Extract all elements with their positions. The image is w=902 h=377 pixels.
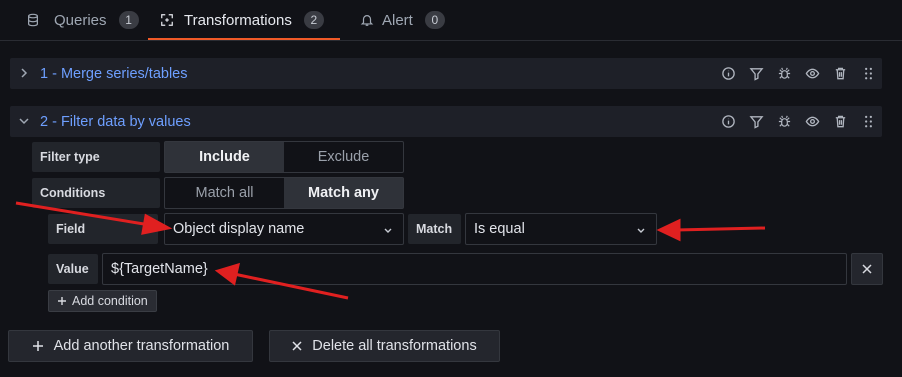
tab-label: Transformations xyxy=(184,11,292,29)
include-option[interactable]: Include xyxy=(165,142,284,172)
transformation-title[interactable]: 2 - Filter data by values xyxy=(40,114,191,130)
tab-transformations[interactable]: Transformations 2 xyxy=(148,0,340,40)
chevron-down-icon[interactable] xyxy=(18,115,30,127)
field-label: Field xyxy=(48,214,158,244)
filter-icon[interactable] xyxy=(742,114,770,129)
tab-alert[interactable]: Alert 0 xyxy=(360,0,445,40)
trash-icon[interactable] xyxy=(826,114,854,129)
delete-all-button[interactable]: Delete all transformations xyxy=(269,330,500,362)
plus-icon xyxy=(58,297,66,305)
transformation-row[interactable]: 2 - Filter data by values xyxy=(10,106,882,137)
tab-label: Alert xyxy=(382,11,413,29)
add-transformation-button[interactable]: Add another transformation xyxy=(8,330,253,362)
close-icon xyxy=(862,264,872,274)
tab-queries[interactable]: Queries 1 xyxy=(26,0,139,40)
filter-type-toggle: Include Exclude xyxy=(164,141,404,173)
chevron-right-icon[interactable] xyxy=(18,67,30,79)
conditions-toggle: Match all Match any xyxy=(164,177,404,209)
remove-condition-button[interactable] xyxy=(851,253,883,285)
annotation-arrow xyxy=(675,226,766,232)
transformation-title[interactable]: 1 - Merge series/tables xyxy=(40,66,187,82)
match-all-option[interactable]: Match all xyxy=(165,178,284,208)
eye-icon[interactable] xyxy=(798,66,826,81)
add-condition-button[interactable]: Add condition xyxy=(48,290,157,312)
chevron-down-icon xyxy=(637,228,645,233)
close-icon xyxy=(292,341,302,351)
conditions-label: Conditions xyxy=(32,178,160,208)
eye-icon[interactable] xyxy=(798,114,826,129)
transform-icon xyxy=(161,14,173,26)
count-badge: 0 xyxy=(424,11,445,29)
bell-icon xyxy=(360,15,374,26)
add-condition-label: Add condition xyxy=(72,294,148,308)
exclude-option[interactable]: Exclude xyxy=(284,142,403,172)
value-input[interactable]: ${TargetName} xyxy=(102,253,847,285)
match-label: Match xyxy=(408,214,461,244)
arrowhead xyxy=(656,218,681,242)
value-input-text: ${TargetName} xyxy=(111,261,208,277)
filter-type-label: Filter type xyxy=(32,142,160,172)
delete-all-label: Delete all transformations xyxy=(312,338,477,354)
row-actions xyxy=(714,106,882,137)
add-transformation-label: Add another transformation xyxy=(53,338,230,354)
filter-icon[interactable] xyxy=(742,66,770,81)
database-icon xyxy=(28,13,38,27)
field-select-value: Object display name xyxy=(173,221,305,237)
drag-handle-icon[interactable] xyxy=(854,114,882,129)
field-select[interactable]: Object display name xyxy=(164,213,404,245)
chevron-down-icon xyxy=(384,228,392,233)
value-label: Value xyxy=(48,254,98,284)
tab-bar: Queries 1 Transformations 2 Alert 0 xyxy=(0,0,902,41)
match-select[interactable]: Is equal xyxy=(465,213,657,245)
count-badge: 1 xyxy=(118,11,139,29)
bug-icon[interactable] xyxy=(770,114,798,129)
row-actions xyxy=(714,58,882,89)
info-icon[interactable] xyxy=(714,114,742,129)
tab-label: Queries xyxy=(54,11,107,29)
plus-icon xyxy=(32,341,43,351)
match-any-option[interactable]: Match any xyxy=(284,178,403,208)
bug-icon[interactable] xyxy=(770,66,798,81)
match-select-value: Is equal xyxy=(474,221,525,237)
count-badge: 2 xyxy=(303,11,324,29)
trash-icon[interactable] xyxy=(826,66,854,81)
info-icon[interactable] xyxy=(714,66,742,81)
transformation-row[interactable]: 1 - Merge series/tables xyxy=(10,58,882,89)
drag-handle-icon[interactable] xyxy=(854,66,882,81)
